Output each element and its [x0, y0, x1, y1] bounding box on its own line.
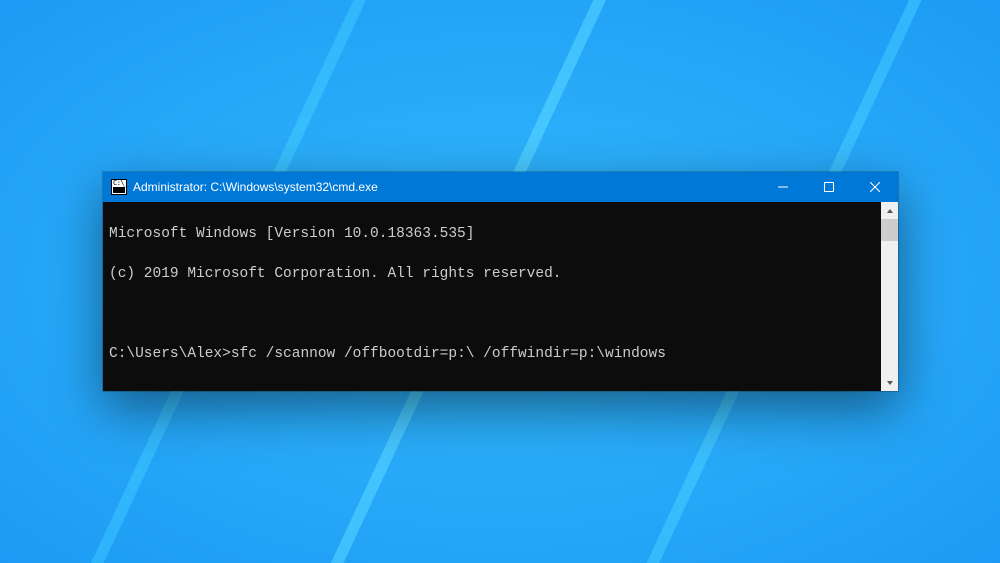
scroll-up-button[interactable]: [881, 202, 898, 219]
cmd-icon: [111, 179, 127, 195]
blank-line: [109, 304, 877, 324]
maximize-button[interactable]: [806, 172, 852, 202]
prompt-text: C:\Users\Alex>: [109, 346, 231, 362]
scroll-thumb[interactable]: [881, 219, 898, 241]
banner-line: (c) 2019 Microsoft Corporation. All righ…: [109, 264, 877, 284]
minimize-icon: [778, 182, 788, 192]
prompt-line: C:\Users\Alex>sfc /scannow /offbootdir=p…: [109, 344, 877, 364]
close-icon: [870, 182, 880, 192]
chevron-down-icon: [886, 379, 894, 387]
minimize-button[interactable]: [760, 172, 806, 202]
command-text: sfc /scannow /offbootdir=p:\ /offwindir=…: [231, 346, 666, 362]
blank-line: [109, 384, 877, 391]
chevron-up-icon: [886, 207, 894, 215]
window-title: Administrator: C:\Windows\system32\cmd.e…: [133, 180, 760, 194]
cmd-window: Administrator: C:\Windows\system32\cmd.e…: [103, 172, 898, 391]
client-area: Microsoft Windows [Version 10.0.18363.53…: [103, 202, 898, 391]
vertical-scrollbar[interactable]: [881, 202, 898, 391]
maximize-icon: [824, 182, 834, 192]
window-controls: [760, 172, 898, 202]
console-output[interactable]: Microsoft Windows [Version 10.0.18363.53…: [103, 202, 881, 391]
desktop-background: Administrator: C:\Windows\system32\cmd.e…: [0, 0, 1000, 563]
banner-line: Microsoft Windows [Version 10.0.18363.53…: [109, 224, 877, 244]
close-button[interactable]: [852, 172, 898, 202]
title-bar[interactable]: Administrator: C:\Windows\system32\cmd.e…: [103, 172, 898, 202]
scroll-down-button[interactable]: [881, 374, 898, 391]
